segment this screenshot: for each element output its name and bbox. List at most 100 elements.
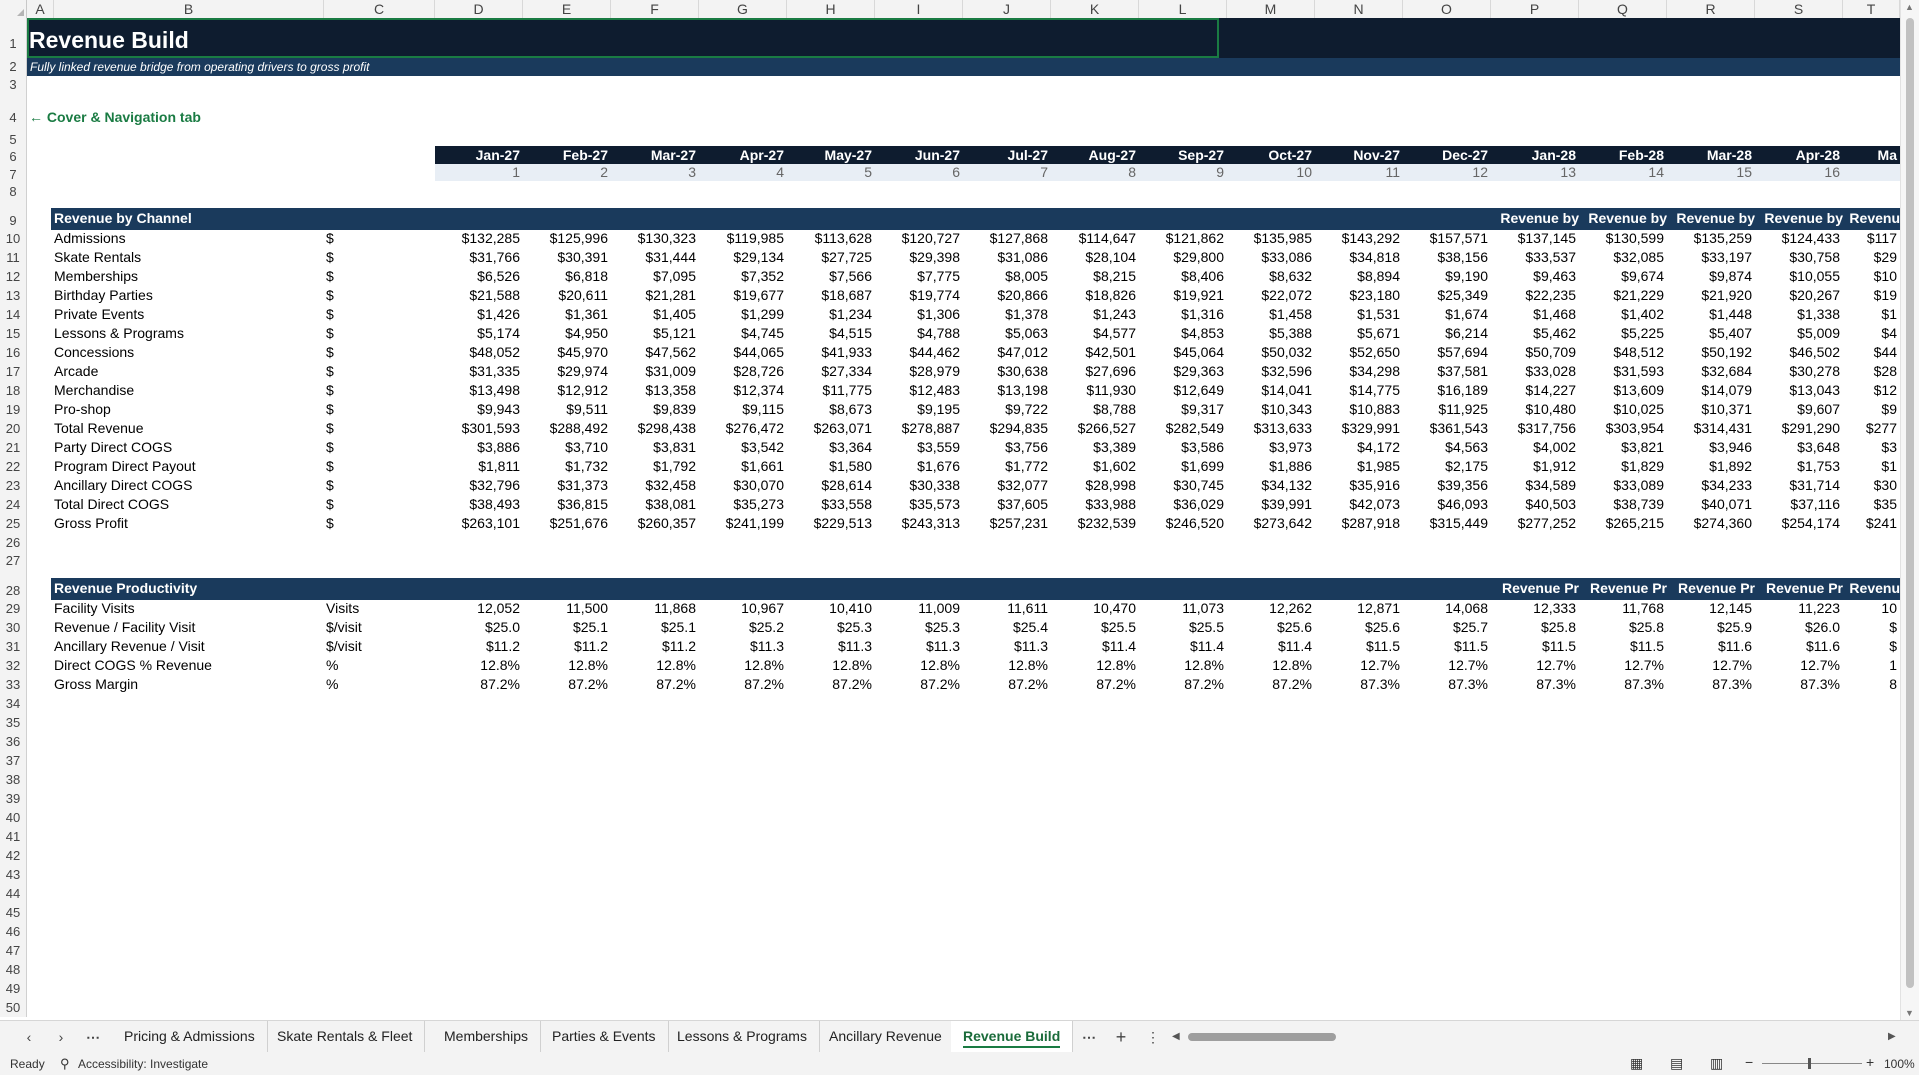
value-cell[interactable]: $9,674 bbox=[1579, 267, 1667, 286]
value-cell[interactable]: 8 bbox=[1843, 675, 1900, 694]
value-cell[interactable]: $130,599 bbox=[1579, 229, 1667, 248]
row-header-49[interactable]: 49 bbox=[0, 979, 27, 998]
value-cell[interactable]: $241 bbox=[1843, 514, 1900, 533]
row-label[interactable]: Total Direct COGS bbox=[54, 495, 324, 514]
column-header-e[interactable]: E bbox=[523, 0, 611, 18]
value-cell[interactable]: $26.0 bbox=[1755, 618, 1843, 637]
sheet-options-icon[interactable]: ⋮ bbox=[1142, 1026, 1164, 1048]
value-cell[interactable]: $5,671 bbox=[1315, 324, 1403, 343]
value-cell[interactable]: $31,086 bbox=[963, 248, 1051, 267]
value-cell[interactable]: $3,973 bbox=[1227, 438, 1315, 457]
value-cell[interactable]: $27,696 bbox=[1051, 362, 1139, 381]
value-cell[interactable]: 12.7% bbox=[1579, 656, 1667, 675]
value-cell[interactable]: $13,043 bbox=[1755, 381, 1843, 400]
value-cell[interactable]: $21,229 bbox=[1579, 286, 1667, 305]
cover-navigation-link[interactable]: ← Cover & Navigation tab bbox=[29, 108, 329, 126]
row-header-27[interactable]: 27 bbox=[0, 552, 27, 570]
row-header-33[interactable]: 33 bbox=[0, 675, 27, 694]
value-cell[interactable]: $33,028 bbox=[1491, 362, 1579, 381]
value-cell[interactable]: $25.8 bbox=[1491, 618, 1579, 637]
value-cell[interactable]: $3,946 bbox=[1667, 438, 1755, 457]
row-header-21[interactable]: 21 bbox=[0, 438, 27, 457]
value-cell[interactable]: $274,360 bbox=[1667, 514, 1755, 533]
value-cell[interactable]: $298,438 bbox=[611, 419, 699, 438]
value-cell[interactable]: $4,950 bbox=[523, 324, 611, 343]
value-cell[interactable]: $34,589 bbox=[1491, 476, 1579, 495]
value-cell[interactable]: $5,063 bbox=[963, 324, 1051, 343]
row-unit[interactable]: % bbox=[326, 656, 431, 675]
value-cell[interactable]: $44,065 bbox=[699, 343, 787, 362]
row-header-48[interactable]: 48 bbox=[0, 960, 27, 979]
value-cell[interactable]: $19 bbox=[1843, 286, 1900, 305]
value-cell[interactable]: $11.4 bbox=[1227, 637, 1315, 656]
row-header-38[interactable]: 38 bbox=[0, 770, 27, 789]
value-cell[interactable]: $44 bbox=[1843, 343, 1900, 362]
column-header-t[interactable]: T bbox=[1843, 0, 1900, 18]
value-cell[interactable]: $125,996 bbox=[523, 229, 611, 248]
value-cell[interactable]: $29,134 bbox=[699, 248, 787, 267]
value-cell[interactable]: $19,921 bbox=[1139, 286, 1227, 305]
value-cell[interactable]: $22,235 bbox=[1491, 286, 1579, 305]
value-cell[interactable]: $8,894 bbox=[1315, 267, 1403, 286]
value-cell[interactable]: $243,313 bbox=[875, 514, 963, 533]
row-header-37[interactable]: 37 bbox=[0, 751, 27, 770]
row-label[interactable]: Memberships bbox=[54, 267, 324, 286]
row-unit[interactable]: $ bbox=[326, 476, 431, 495]
value-cell[interactable]: $313,633 bbox=[1227, 419, 1315, 438]
value-cell[interactable]: $57,694 bbox=[1403, 343, 1491, 362]
value-cell[interactable]: $3,586 bbox=[1139, 438, 1227, 457]
value-cell[interactable]: $3,821 bbox=[1579, 438, 1667, 457]
value-cell[interactable]: $10,055 bbox=[1755, 267, 1843, 286]
value-cell[interactable]: $1,531 bbox=[1315, 305, 1403, 324]
sheet-tab[interactable]: Ancillary Revenue bbox=[817, 1021, 955, 1052]
row-header-41[interactable]: 41 bbox=[0, 827, 27, 846]
more-sheets-icon[interactable]: ⋯ bbox=[82, 1026, 104, 1048]
value-cell[interactable]: $3 bbox=[1843, 438, 1900, 457]
value-cell[interactable]: $42,501 bbox=[1051, 343, 1139, 362]
row-label[interactable]: Concessions bbox=[54, 343, 324, 362]
value-cell[interactable]: $35 bbox=[1843, 495, 1900, 514]
value-cell[interactable]: $32,684 bbox=[1667, 362, 1755, 381]
value-cell[interactable]: $278,887 bbox=[875, 419, 963, 438]
value-cell[interactable]: 87.2% bbox=[523, 675, 611, 694]
value-cell[interactable]: $13,609 bbox=[1579, 381, 1667, 400]
value-cell[interactable]: 87.2% bbox=[963, 675, 1051, 694]
value-cell[interactable]: $10 bbox=[1843, 267, 1900, 286]
row-unit[interactable]: $ bbox=[326, 248, 431, 267]
value-cell[interactable]: $27,725 bbox=[787, 248, 875, 267]
scroll-left-icon[interactable]: ◀ bbox=[1172, 1031, 1180, 1042]
value-cell[interactable]: $13,358 bbox=[611, 381, 699, 400]
value-cell[interactable]: $40,071 bbox=[1667, 495, 1755, 514]
column-header-p[interactable]: P bbox=[1491, 0, 1579, 18]
value-cell[interactable]: $20,611 bbox=[523, 286, 611, 305]
value-cell[interactable]: 12.7% bbox=[1667, 656, 1755, 675]
horizontal-scrollbar[interactable] bbox=[1188, 1033, 1878, 1041]
value-cell[interactable]: $45,064 bbox=[1139, 343, 1227, 362]
value-cell[interactable]: $132,285 bbox=[435, 229, 523, 248]
row-label[interactable]: Pro-shop bbox=[54, 400, 324, 419]
row-header-42[interactable]: 42 bbox=[0, 846, 27, 865]
value-cell[interactable]: $13,498 bbox=[435, 381, 523, 400]
value-cell[interactable]: $12,649 bbox=[1139, 381, 1227, 400]
value-cell[interactable]: $9,190 bbox=[1403, 267, 1491, 286]
value-cell[interactable]: $46,502 bbox=[1755, 343, 1843, 362]
value-cell[interactable]: $38,493 bbox=[435, 495, 523, 514]
row-header-25[interactable]: 25 bbox=[0, 514, 27, 533]
value-cell[interactable]: $12,912 bbox=[523, 381, 611, 400]
column-header-h[interactable]: H bbox=[787, 0, 875, 18]
value-cell[interactable]: $50,709 bbox=[1491, 343, 1579, 362]
value-cell[interactable]: 12,262 bbox=[1227, 599, 1315, 618]
value-cell[interactable]: $9,317 bbox=[1139, 400, 1227, 419]
value-cell[interactable]: $266,527 bbox=[1051, 419, 1139, 438]
value-cell[interactable]: $21,281 bbox=[611, 286, 699, 305]
value-cell[interactable]: $35,916 bbox=[1315, 476, 1403, 495]
sheet-tab[interactable]: Pricing & Admissions bbox=[112, 1021, 268, 1052]
row-header-8[interactable]: 8 bbox=[0, 184, 27, 200]
value-cell[interactable]: $27,334 bbox=[787, 362, 875, 381]
value-cell[interactable]: $10,480 bbox=[1491, 400, 1579, 419]
value-cell[interactable]: $11.4 bbox=[1051, 637, 1139, 656]
value-cell[interactable]: $12,374 bbox=[699, 381, 787, 400]
value-cell[interactable]: $6,818 bbox=[523, 267, 611, 286]
row-unit[interactable]: $ bbox=[326, 495, 431, 514]
normal-view-icon[interactable]: ▦ bbox=[1630, 1055, 1643, 1072]
